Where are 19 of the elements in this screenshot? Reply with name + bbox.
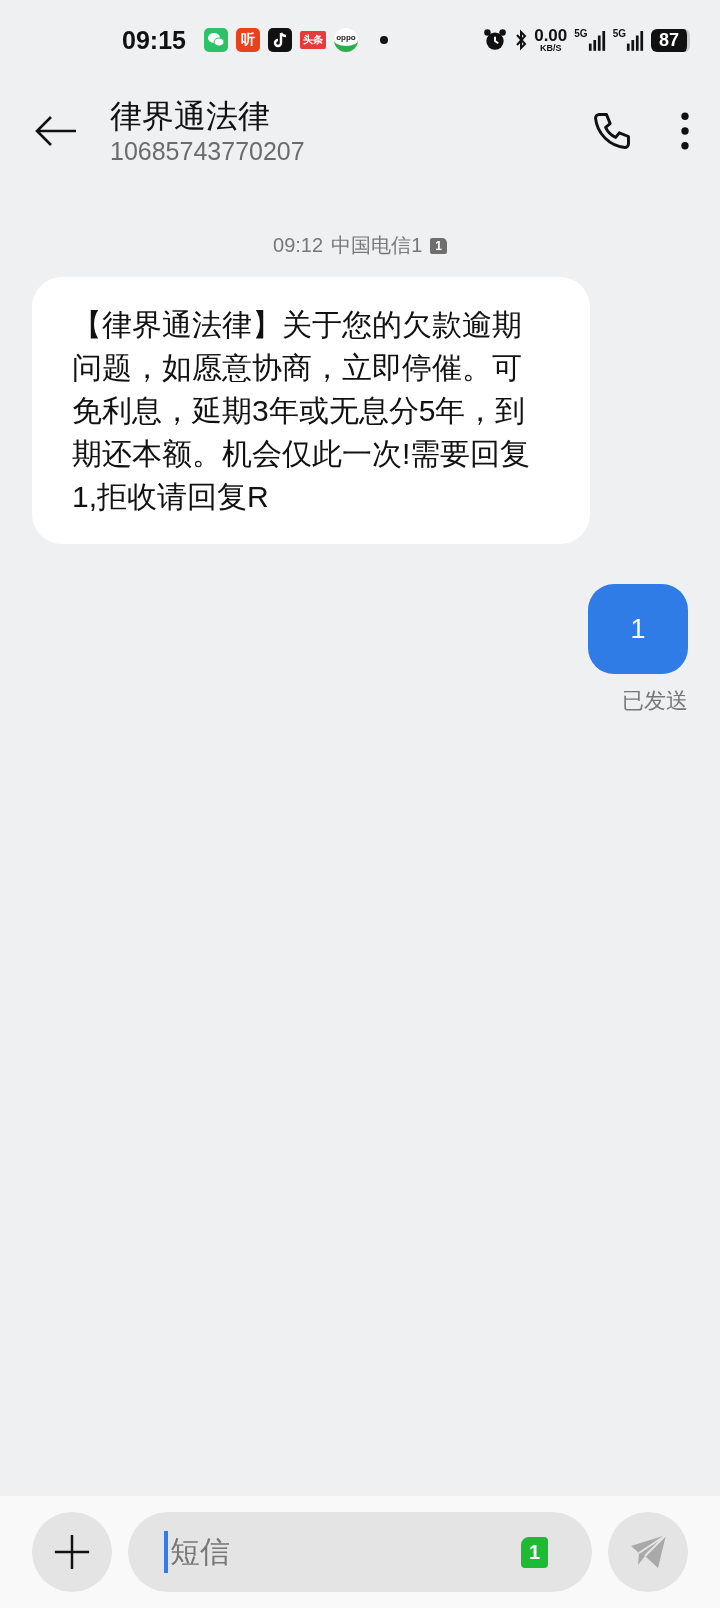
message-input-field[interactable]: 短信 1 (128, 1512, 592, 1592)
carrier-name: 中国电信1 (331, 233, 423, 258)
app-icon: oppo (333, 28, 358, 52)
network-speed: 0.00 (534, 27, 568, 44)
battery-level: 87 (650, 28, 690, 52)
phone-number: 10685743770207 (110, 137, 306, 167)
received-message: 【律界通法律】关于您的欠款逾期问题，如愿意协商，立即停催。可免利息，延期3年或无息分5年，到期还本额。机会仅此一次!需要回复1,拒收请回复R (32, 277, 590, 544)
app-icon: 听 (235, 28, 260, 52)
contact-name: 律界通法律 (110, 96, 271, 136)
network-type: 5G (612, 28, 626, 39)
sim-badge: 1 (430, 237, 447, 254)
speed-unit: KB/S (539, 44, 562, 53)
message-time: 09:12 (273, 234, 324, 257)
network-type: 5G (574, 28, 588, 39)
app-icon: 头条 (299, 31, 326, 49)
status-time: 09:15 (122, 25, 186, 55)
sent-message: 1 (588, 584, 688, 674)
sim-badge[interactable]: 1 (520, 1536, 548, 1568)
delivery-status: 已发送 (622, 687, 688, 715)
